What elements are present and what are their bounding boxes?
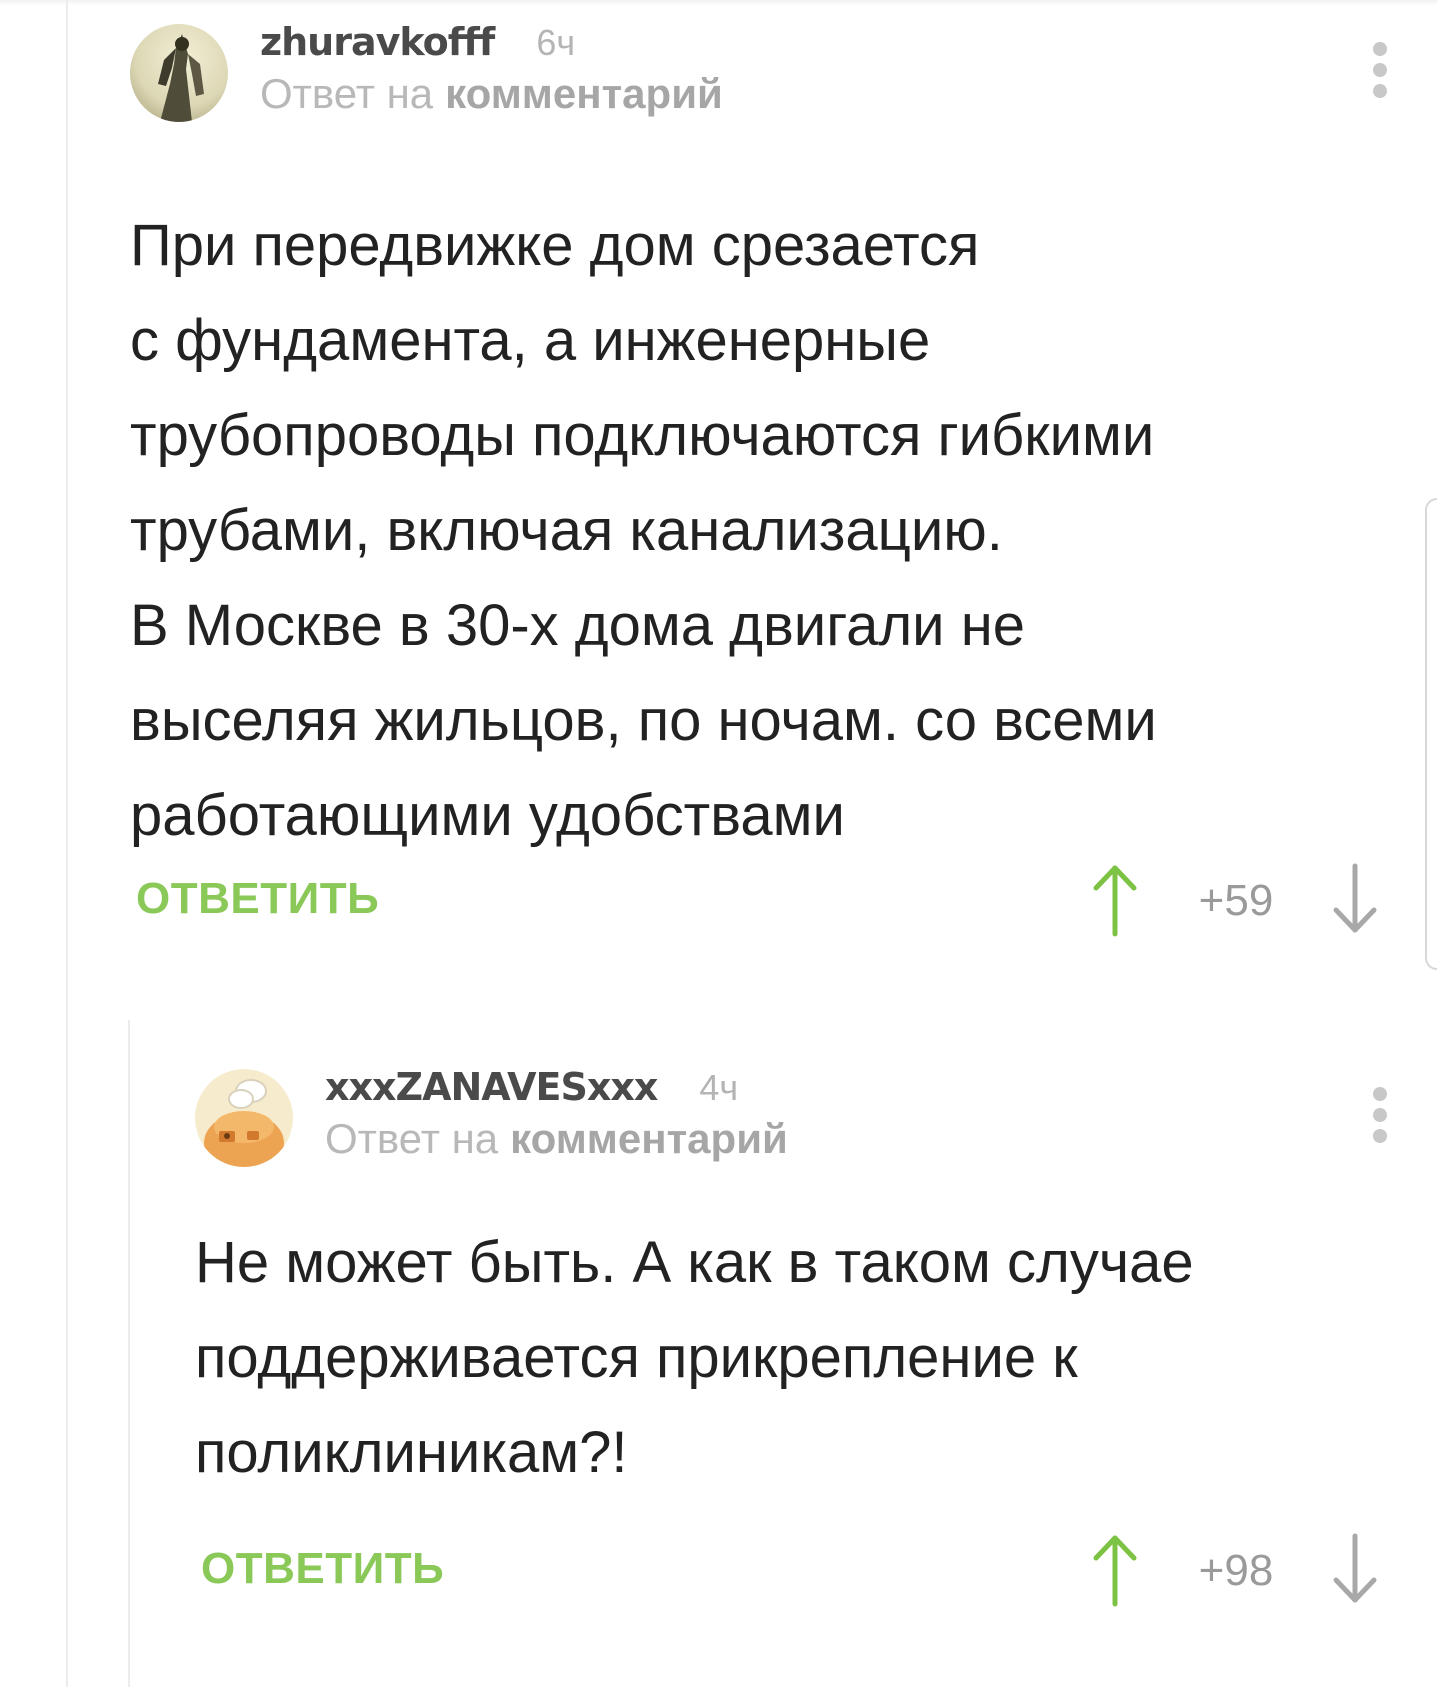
reply-button[interactable]: ОТВЕТИТЬ [201, 1544, 444, 1594]
avatar[interactable] [195, 1069, 293, 1167]
reply-info: Ответ на комментарий [260, 70, 723, 118]
vote-controls: +98 [1090, 1530, 1390, 1610]
scroll-indicator[interactable] [1425, 498, 1437, 970]
vote-controls: +59 [1090, 860, 1390, 940]
comment-actions-container: ОТВЕТИТЬ +98 [195, 1530, 1390, 1620]
avatar-image [130, 24, 228, 122]
comment-text: При передвижке дом срезается с фундамент… [130, 213, 1157, 848]
vertical-dots-icon[interactable] [1370, 1087, 1390, 1149]
arrow-down-icon[interactable] [1330, 1530, 1380, 1608]
nested-thread-line [128, 1020, 130, 1687]
comment-actions: ОТВЕТИТЬ +59 [130, 860, 1390, 940]
username[interactable]: xxxZANAVESxxx [325, 1065, 658, 1109]
reply-prefix: Ответ на [260, 70, 434, 117]
arrow-down-icon[interactable] [1330, 860, 1380, 938]
rating: +98 [1198, 1546, 1274, 1595]
reply-target-link[interactable]: комментарий [445, 70, 723, 117]
rating: +59 [1198, 876, 1274, 925]
top-edge [0, 0, 1437, 6]
reply-prefix: Ответ на [325, 1115, 499, 1162]
comment-text: Не может быть. А как в таком случае подд… [195, 1230, 1194, 1485]
reply-target-link[interactable]: комментарий [510, 1115, 788, 1162]
reply-info: Ответ на комментарий [325, 1115, 788, 1163]
comment-meta: xxxZANAVESxxx 4ч Ответ на комментарий [325, 1065, 788, 1163]
thread-line [66, 0, 68, 1687]
vertical-dots-icon[interactable] [1370, 42, 1390, 104]
timestamp: 6ч [536, 22, 576, 63]
comment-actions: ОТВЕТИТЬ +98 [195, 1530, 1390, 1610]
avatar-image [195, 1069, 293, 1167]
reply-button[interactable]: ОТВЕТИТЬ [136, 874, 379, 924]
avatar[interactable] [130, 24, 228, 122]
arrow-up-icon[interactable] [1090, 860, 1140, 938]
arrow-up-icon[interactable] [1090, 1530, 1140, 1608]
comment-meta: zhuravkofff 6ч Ответ на комментарий [260, 20, 723, 118]
timestamp: 4ч [699, 1067, 739, 1108]
username[interactable]: zhuravkofff [260, 20, 495, 64]
